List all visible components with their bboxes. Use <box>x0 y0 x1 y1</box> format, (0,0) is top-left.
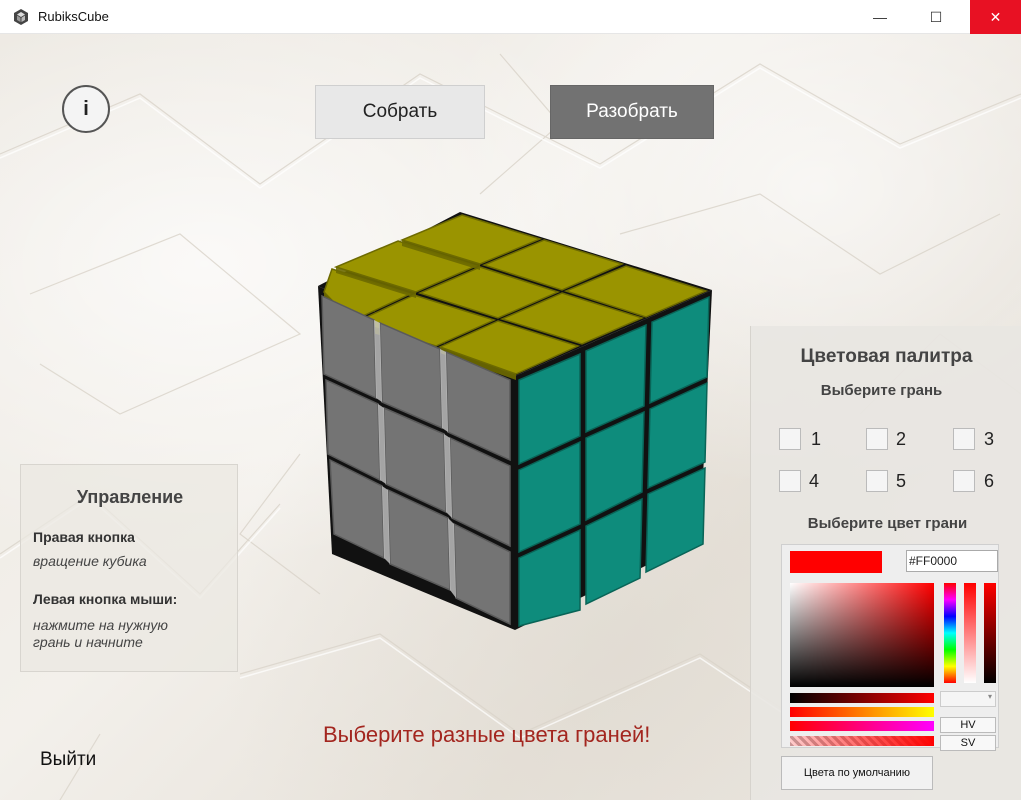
face-number-6: 6 <box>984 471 995 491</box>
solve-button[interactable]: Собрать <box>315 85 485 139</box>
close-button[interactable]: ✕ <box>970 0 1021 34</box>
controls-title: Управление <box>76 487 184 507</box>
palette-title: Цветовая палитра <box>800 346 973 367</box>
select-color-label: Выберите цвет грани <box>807 515 968 532</box>
face-checkbox-2[interactable] <box>866 428 888 450</box>
game-canvas: i Собрать Разобрать Управление Правая кн… <box>0 34 1021 800</box>
window-title: RubiksCube <box>38 9 109 24</box>
green-channel-slider[interactable] <box>790 707 934 717</box>
alpha-channel-slider[interactable] <box>790 736 934 746</box>
face-number-5: 5 <box>896 471 907 491</box>
right-button-desc: вращение кубика <box>33 553 147 569</box>
face-number-1: 1 <box>811 429 822 449</box>
hint-message: Выберите разные цвета граней! <box>323 722 651 747</box>
controls-panel: Управление Правая кнопка вращение кубика… <box>20 464 238 672</box>
saturation-slider[interactable] <box>964 583 976 683</box>
sv-mode-button[interactable]: SV <box>940 735 996 751</box>
app-cube-icon <box>14 9 28 25</box>
face-checkbox-6[interactable] <box>953 470 975 492</box>
maximize-button[interactable]: ☐ <box>913 0 959 34</box>
blue-channel-slider[interactable] <box>790 721 934 731</box>
left-button-label: Левая кнопка мыши: <box>33 591 178 607</box>
face-checkbox-5[interactable] <box>866 470 888 492</box>
minimize-button[interactable]: — <box>857 0 903 34</box>
maximize-icon: ☐ <box>929 8 943 25</box>
red-channel-slider[interactable] <box>790 693 934 703</box>
color-palette-panel: Цветовая палитра Выберите грань 1 2 3 4 … <box>750 326 1021 800</box>
hue-slider[interactable] <box>944 583 956 683</box>
hex-color-input[interactable] <box>906 550 998 572</box>
face-checkbox-1[interactable] <box>779 428 801 450</box>
left-button-desc: нажмите на нужную грань и начните <box>33 617 168 650</box>
default-colors-button[interactable]: Цвета по умолчанию <box>781 756 933 790</box>
face-checkbox-4[interactable] <box>779 470 801 492</box>
info-icon: i <box>83 97 89 120</box>
minimize-icon: — <box>873 9 887 25</box>
color-mode-dropdown[interactable]: ▾ <box>940 691 996 707</box>
chevron-down-icon: ▾ <box>987 692 992 701</box>
close-icon: ✕ <box>989 8 1002 25</box>
shuffle-button[interactable]: Разобрать <box>550 85 714 139</box>
hv-mode-button[interactable]: HV <box>940 717 996 733</box>
face-number-3: 3 <box>984 429 995 449</box>
selected-color-swatch <box>790 551 882 573</box>
select-face-label: Выберите грань <box>820 382 943 399</box>
right-button-label: Правая кнопка <box>33 529 135 545</box>
face-number-2: 2 <box>896 429 907 449</box>
info-button[interactable]: i <box>62 85 110 133</box>
color-picker: ▾ HV SV <box>781 544 999 751</box>
title-bar: RubiksCube — ☐ ✕ <box>0 0 1021 34</box>
face-checkbox-3[interactable] <box>953 428 975 450</box>
exit-button[interactable]: Выйти <box>40 749 96 771</box>
rubiks-cube[interactable] <box>300 204 720 634</box>
value-slider[interactable] <box>984 583 996 683</box>
face-number-4: 4 <box>809 471 820 491</box>
saturation-value-area[interactable] <box>790 583 934 687</box>
